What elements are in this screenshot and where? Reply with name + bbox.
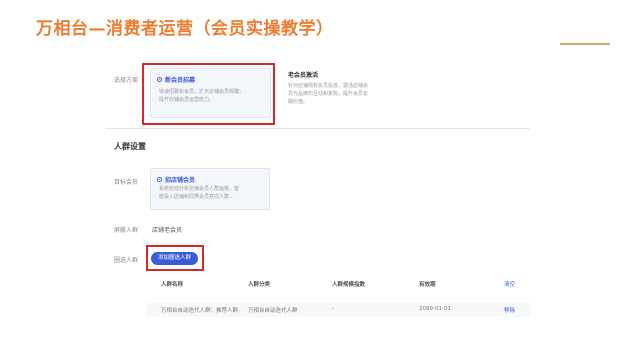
settings-panel: 选择方案 新会员招募 快速招募新会员，扩大店铺会员规模， 提升店铺会员运营能力。… <box>106 60 530 360</box>
title-rule <box>560 43 610 45</box>
highlight-box <box>142 63 275 125</box>
plan-option-desc: 针对店铺现有会员投放，激活店铺会 <box>288 83 369 89</box>
target-option-desc: 系统自动分析店铺会员人群画像，智 <box>159 186 240 192</box>
exclude-value: 店铺老会员 <box>152 227 183 234</box>
target-option-desc: 能投入店铺和同类会员意向人群... <box>159 194 234 200</box>
plan-option-title: 老会员激活 <box>288 72 319 79</box>
plan-option-desc: 员与品牌的互动和复购，提升会员长 <box>288 91 369 97</box>
table-cell: 万相台自动迭代人群 <box>248 308 298 314</box>
highlight-box <box>146 245 204 271</box>
column-header: 有效期 <box>419 282 436 288</box>
table-cell: - <box>332 306 334 312</box>
plan-option-old-member[interactable]: 老会员激活 针对店铺现有会员投放，激活店铺会 员与品牌的互动和复购，提升会员长 … <box>288 70 418 115</box>
section-divider <box>106 128 530 129</box>
plan-label: 选择方案 <box>114 77 139 84</box>
exclude-label: 屏蔽人群 <box>114 227 139 234</box>
remove-row-link[interactable]: 移除 <box>504 306 515 314</box>
column-header: 人群名称 <box>161 282 184 288</box>
section-title: 人群设置 <box>114 142 146 151</box>
clear-all-link[interactable]: 清空 <box>504 280 515 288</box>
target-label: 目标会员 <box>114 179 139 186</box>
target-option-title: 招店铺会员 <box>157 175 195 184</box>
table-cell: 万相台自动迭代人群：推荐人群 <box>161 308 239 314</box>
table-cell: 2099-01-01 <box>419 306 451 312</box>
radio-selected-icon[interactable] <box>157 177 162 182</box>
plan-option-desc: 期价值。 <box>288 99 309 105</box>
target-option-card[interactable]: 招店铺会员 系统自动分析店铺会员人群画像，智 能投入店铺和同类会员意向人群... <box>150 168 270 210</box>
add-crowd-label: 圈选人群 <box>114 257 139 264</box>
column-header: 人群分类 <box>248 282 271 288</box>
slide-title: 万相台—消费者运营（会员实操教学） <box>36 19 334 39</box>
column-header: 人群规模指数 <box>332 282 366 288</box>
